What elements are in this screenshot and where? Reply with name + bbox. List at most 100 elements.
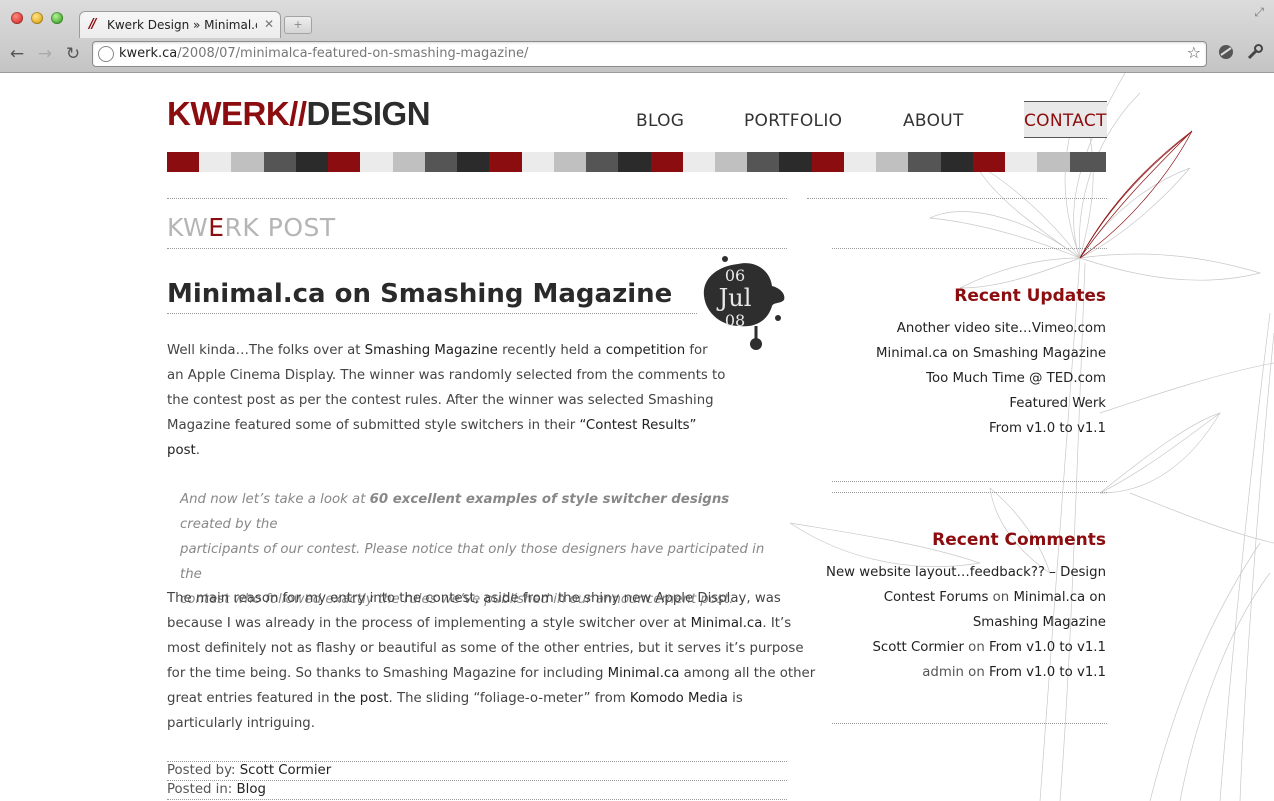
- color-stripe-block: [553, 152, 587, 172]
- color-stripe-block: [908, 152, 941, 172]
- divider: [167, 313, 697, 314]
- comment-author-link[interactable]: Scott Cormier: [872, 640, 964, 655]
- comment-post-link[interactable]: From v1.0 to v1.1: [989, 665, 1106, 680]
- author-link[interactable]: Scott Cormier: [240, 763, 332, 778]
- divider: [807, 198, 1107, 199]
- date-month: Jul: [718, 284, 752, 312]
- color-stripe-block: [167, 152, 200, 172]
- window-zoom-button[interactable]: [51, 12, 63, 24]
- color-stripe-block: [1069, 152, 1102, 172]
- divider: [167, 780, 787, 781]
- browser-chrome: // Kwerk Design » Minimal.ca o ✕ + ⤢ ← →…: [0, 0, 1274, 73]
- tab-title: Kwerk Design » Minimal.ca o: [107, 18, 257, 32]
- color-stripe-block: [328, 152, 361, 172]
- nav-about[interactable]: ABOUT: [903, 111, 964, 131]
- link-contest-results[interactable]: “Contest Results”: [580, 418, 697, 433]
- fullscreen-icon[interactable]: ⤢: [1254, 5, 1264, 20]
- divider: [832, 481, 1107, 482]
- date-year: 08: [724, 311, 746, 330]
- link-smashing-magazine[interactable]: Smashing Magazine: [365, 343, 498, 358]
- recent-updates-heading: Recent Updates: [954, 286, 1106, 306]
- color-stripe-block: [940, 152, 973, 172]
- color-stripe-block: [263, 152, 296, 172]
- link-minimal-ca[interactable]: Minimal.ca: [608, 666, 680, 681]
- color-stripe: [167, 152, 1107, 172]
- recent-update-link[interactable]: From v1.0 to v1.1: [989, 421, 1106, 436]
- posted-in: Posted in: Blog: [167, 782, 266, 797]
- post-title[interactable]: Minimal.ca on Smashing Magazine: [167, 279, 672, 309]
- comment-author-link[interactable]: Contest Forums: [884, 590, 989, 605]
- divider: [167, 248, 787, 249]
- post-paragraph: Well kinda…The folks over at Smashing Ma…: [167, 343, 726, 458]
- recent-comment: Scott Cormier on From v1.0 to v1.1: [872, 640, 1106, 655]
- new-tab-button[interactable]: +: [284, 16, 312, 34]
- link-komodo-media[interactable]: Komodo Media: [630, 691, 728, 706]
- color-stripe-block: [876, 152, 909, 172]
- back-button[interactable]: ←: [6, 43, 28, 65]
- color-stripe-block: [1101, 152, 1106, 172]
- recent-comment: Contest Forums on Minimal.ca on: [883, 590, 1106, 605]
- comment-post-link[interactable]: Smashing Magazine: [973, 615, 1106, 630]
- recent-update-link[interactable]: Featured Werk: [1009, 396, 1106, 411]
- page-content: KWERK//DESIGN BLOG PORTFOLIO ABOUT CONTA…: [0, 73, 1274, 801]
- extension-icon[interactable]: [1217, 43, 1235, 65]
- divider: [832, 723, 1107, 724]
- category-link[interactable]: Blog: [237, 782, 266, 797]
- color-stripe-block: [843, 152, 877, 172]
- browser-tab[interactable]: // Kwerk Design » Minimal.ca o ✕: [79, 11, 281, 38]
- recent-comments-heading: Recent Comments: [932, 530, 1106, 550]
- comment-post-link[interactable]: Minimal.ca on: [1013, 590, 1106, 605]
- comment-author: admin: [922, 665, 964, 680]
- forward-button[interactable]: →: [34, 43, 56, 65]
- link-the-post[interactable]: the post: [334, 691, 389, 706]
- color-stripe-block: [457, 152, 490, 172]
- posted-by: Posted by: Scott Cormier: [167, 763, 332, 778]
- section-heading: KWERK POST: [167, 213, 336, 242]
- color-stripe-block: [618, 152, 651, 172]
- nav-portfolio[interactable]: PORTFOLIO: [744, 111, 842, 131]
- link-minimal-ca[interactable]: Minimal.ca: [691, 616, 763, 631]
- comment-post-link[interactable]: From v1.0 to v1.1: [989, 640, 1106, 655]
- globe-icon: [98, 46, 114, 62]
- color-stripe-block: [586, 152, 619, 172]
- color-stripe-block: [779, 152, 812, 172]
- link-competition[interactable]: competition: [606, 343, 685, 358]
- color-stripe-block: [811, 152, 844, 172]
- wrench-icon[interactable]: [1246, 43, 1264, 65]
- color-stripe-block: [360, 152, 393, 172]
- recent-update-link[interactable]: Too Much Time @ TED.com: [926, 371, 1106, 386]
- bookmark-star-icon[interactable]: ☆: [1187, 43, 1201, 62]
- color-stripe-block: [521, 152, 554, 172]
- recent-update-link[interactable]: Minimal.ca on Smashing Magazine: [876, 346, 1106, 361]
- divider: [832, 492, 1107, 493]
- color-stripe-block: [1037, 152, 1070, 172]
- color-stripe-block: [1005, 152, 1038, 172]
- date-day: 06: [724, 266, 746, 285]
- divider: [167, 799, 787, 800]
- link-post[interactable]: post: [167, 443, 196, 458]
- color-stripe-block: [231, 152, 264, 172]
- post-paragraph: The main reason for my entry into the co…: [167, 591, 816, 731]
- window-close-button[interactable]: [11, 12, 23, 24]
- color-stripe-block: [972, 152, 1006, 172]
- divider: [167, 198, 787, 199]
- tab-close-icon[interactable]: ✕: [264, 17, 274, 31]
- reload-button[interactable]: ↻: [62, 43, 84, 65]
- color-stripe-block: [199, 152, 232, 172]
- color-stripe-block: [747, 152, 780, 172]
- nav-blog[interactable]: BLOG: [636, 111, 684, 131]
- site-logo[interactable]: KWERK//DESIGN: [167, 95, 431, 133]
- favicon-icon: //: [89, 17, 96, 32]
- color-stripe-block: [489, 152, 522, 172]
- comment-author-link[interactable]: New website layout…feedback?? – Design: [826, 565, 1106, 580]
- address-bar[interactable]: kwerk.ca/2008/07/minimalca-featured-on-s…: [92, 41, 1207, 67]
- recent-update-link[interactable]: Another video site…Vimeo.com: [897, 321, 1106, 336]
- tab-strip: // Kwerk Design » Minimal.ca o ✕ + ⤢: [0, 0, 1274, 38]
- color-stripe-block: [714, 152, 748, 172]
- url-text: kwerk.ca/2008/07/minimalca-featured-on-s…: [119, 46, 529, 61]
- recent-comment: admin on From v1.0 to v1.1: [922, 665, 1106, 680]
- nav-contact[interactable]: CONTACT: [1024, 101, 1107, 138]
- window-minimize-button[interactable]: [31, 12, 43, 24]
- color-stripe-block: [392, 152, 425, 172]
- color-stripe-block: [682, 152, 715, 172]
